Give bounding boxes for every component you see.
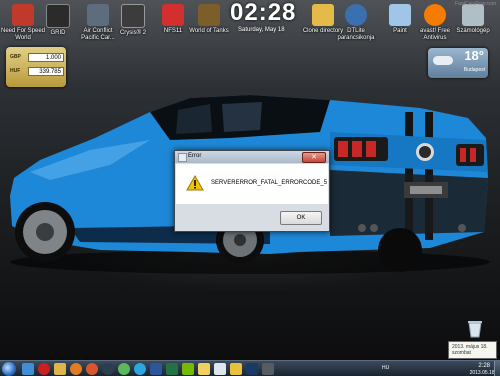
photoshop-icon[interactable]: [246, 363, 258, 375]
error-window-button[interactable]: [214, 363, 226, 375]
opera-icon[interactable]: [38, 363, 50, 375]
icon-label: avast! Free Antivirus: [419, 28, 450, 41]
utorrent-icon[interactable]: [118, 363, 130, 375]
weather-city: Budapest: [463, 67, 485, 73]
tooltip-line: szombat: [452, 350, 471, 356]
currency-value[interactable]: 339.785: [28, 67, 64, 76]
error-dialog: Error ✕ SERVERERROR_FATAL_ERRORCODE_5 OK: [174, 150, 330, 232]
warning-icon: [186, 175, 204, 191]
air-conflict-icon: [87, 4, 109, 26]
daemon-tools-icon: [345, 4, 367, 26]
folder-icon: [312, 4, 334, 26]
error-message: SERVERERROR_FATAL_ERRORCODE_5: [211, 180, 328, 186]
icon-label: DTLite parancsikonja: [337, 28, 375, 41]
crysis-icon: [121, 4, 145, 28]
desktop-icon-world-of-tanks[interactable]: World of Tanks: [186, 4, 232, 35]
currency-gadget[interactable]: GBP 1.000 HUF 339.785: [6, 47, 66, 87]
world-of-tanks-icon: [198, 4, 220, 26]
nvidia-icon[interactable]: [182, 363, 194, 375]
dialog-titlebar[interactable]: Error ✕: [175, 151, 329, 163]
desktop-icon-dtlite[interactable]: DTLite parancsikonja: [333, 4, 379, 42]
calculator-icon: [462, 4, 484, 26]
currency-code: HUF: [10, 68, 21, 74]
clock-time: 02:28: [230, 0, 297, 26]
clock-gadget[interactable]: 02:28 Saturday, May 18: [230, 0, 310, 34]
icon-label: NFS11: [163, 28, 183, 34]
winamp-icon[interactable]: [230, 363, 242, 375]
steam-icon[interactable]: [102, 363, 114, 375]
date-tooltip: 2013. május 18. szombat: [448, 341, 497, 359]
cloud-icon: [433, 56, 453, 65]
icon-label: World of Tanks: [189, 28, 229, 34]
explorer-icon[interactable]: [54, 363, 66, 375]
dialog-title: Error: [188, 153, 202, 159]
paint-icon: [389, 4, 411, 26]
word-icon[interactable]: [150, 363, 162, 375]
dialog-body: SERVERERROR_FATAL_ERRORCODE_5: [176, 164, 328, 204]
taskbar: HU 2:28 2013.05.18.: [0, 360, 500, 376]
grid-game-icon: [46, 4, 70, 28]
desktop: Need For Speed World GRID Air Conflict P…: [0, 0, 500, 376]
close-button[interactable]: ✕: [302, 152, 326, 163]
show-desktop-button[interactable]: [494, 361, 500, 376]
window-icon: [178, 153, 187, 162]
avast-icon: [424, 4, 446, 26]
clock-date: Saturday, May 18: [238, 27, 285, 33]
ok-button[interactable]: OK: [280, 211, 322, 225]
recycle-bin-icon[interactable]: [464, 320, 486, 338]
icon-label: GRID: [50, 30, 66, 36]
game-icon[interactable]: [262, 363, 274, 375]
watermark: FastCarsRow.com: [455, 1, 496, 7]
currency-value[interactable]: 1.000: [28, 53, 64, 62]
total-commander-icon[interactable]: [198, 363, 210, 375]
icon-label: Számológép: [456, 28, 490, 34]
media-player-icon[interactable]: [70, 363, 82, 375]
firefox-icon[interactable]: [86, 363, 98, 375]
ie-icon[interactable]: [22, 363, 34, 375]
tray-date[interactable]: 2013.05.18.: [470, 370, 496, 376]
language-indicator[interactable]: HU: [382, 365, 389, 371]
skype-icon[interactable]: [134, 363, 146, 375]
weather-temperature: 18°: [464, 48, 484, 63]
currency-code: GBP: [10, 54, 21, 60]
icon-label: Crysis® 2: [119, 30, 147, 36]
nfs11-icon: [162, 4, 184, 26]
system-tray: HU 2:28 2013.05.18.: [380, 361, 500, 376]
desktop-icon-calculator[interactable]: Számológép: [450, 4, 496, 35]
nfs-world-icon: [12, 4, 34, 26]
tray-time[interactable]: 2:28: [478, 363, 490, 369]
start-button[interactable]: [2, 362, 16, 376]
excel-icon[interactable]: [166, 363, 178, 375]
weather-gadget[interactable]: 18° Budapest: [428, 48, 488, 78]
icon-label: Paint: [393, 28, 407, 34]
